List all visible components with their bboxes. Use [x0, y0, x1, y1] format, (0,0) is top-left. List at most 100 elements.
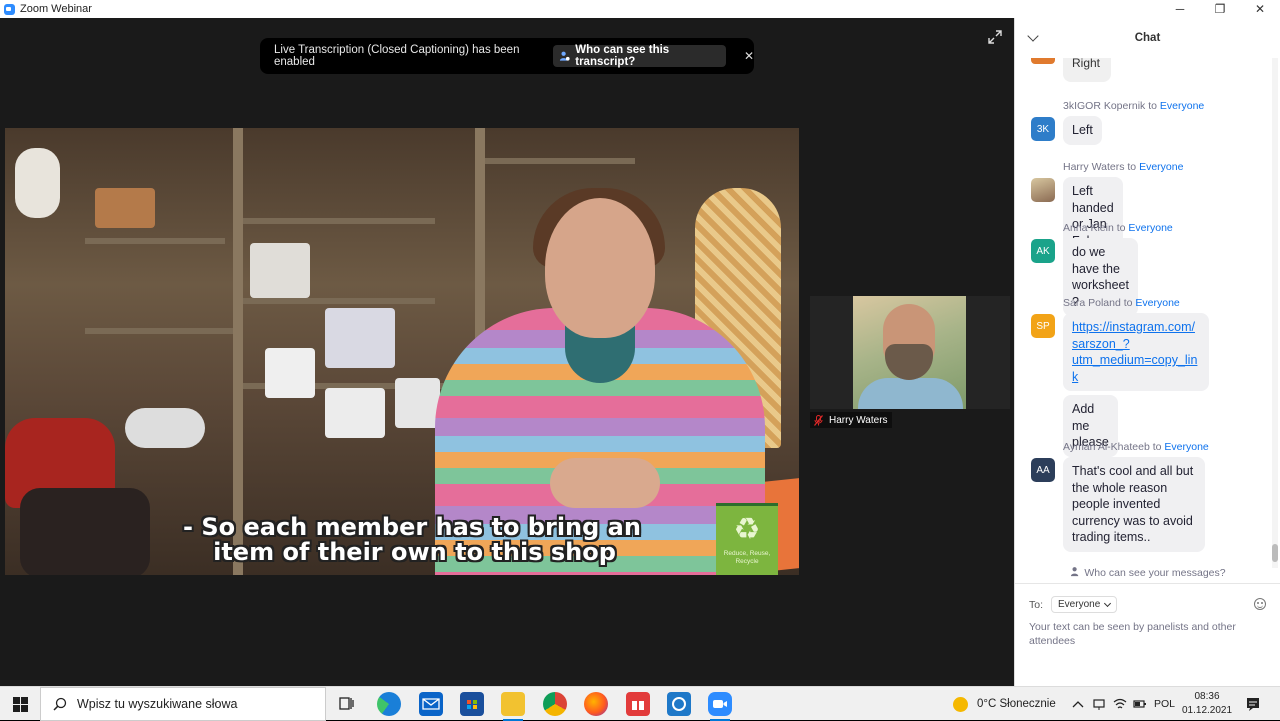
chat-message-text: trading items..: [1072, 530, 1151, 544]
emoji-icon[interactable]: [1254, 598, 1266, 610]
clock-time: 08:36: [1194, 691, 1220, 702]
participant-beard: [885, 344, 933, 380]
basket: [95, 188, 155, 228]
chat-message-text: the whole reason: [1072, 480, 1168, 495]
recipient: Everyone: [1164, 441, 1209, 453]
chat-sender-line: Ayman Al-Khateeb to Everyone: [1063, 441, 1209, 453]
shelf-post: [233, 128, 243, 575]
person-icon: [560, 51, 570, 61]
chrome-icon[interactable]: [543, 692, 567, 716]
chat-message-text: Left: [1072, 123, 1093, 137]
recipient: Everyone: [1128, 222, 1173, 234]
to-label: To:: [1029, 598, 1044, 611]
avatar: AA: [1031, 458, 1055, 482]
avatar: 3K: [1031, 117, 1055, 141]
windows-logo-icon: [12, 696, 28, 712]
chat-message-text: do we have the: [1072, 245, 1120, 276]
sender-name: Harry Waters: [1063, 161, 1125, 173]
appliance: [325, 388, 385, 438]
appliance: [395, 378, 440, 428]
wifi-icon[interactable]: [1113, 697, 1127, 711]
chat-link-text: https://instagram.com/: [1072, 320, 1195, 334]
participant-thumbnail[interactable]: [810, 296, 1010, 409]
zoom-app-icon[interactable]: [708, 692, 732, 721]
weather-sun-icon[interactable]: [953, 697, 968, 712]
fullscreen-icon[interactable]: [988, 30, 1002, 44]
store-icon[interactable]: [460, 692, 484, 716]
transcription-notice: Live Transcription (Closed Captioning) h…: [260, 38, 754, 74]
taskbar: Wpisz tu wyszukiwane słowa 0°C Słoneczni…: [0, 686, 1280, 721]
appliance: [265, 348, 315, 398]
chat-message-text: Right: [1072, 58, 1101, 70]
chat-input[interactable]: Your text can be seen by panelists and o…: [1029, 620, 1259, 648]
chat-link[interactable]: https://instagram.com/ sarszon_? utm_med…: [1072, 319, 1200, 385]
minimize-button[interactable]: ─: [1160, 0, 1200, 18]
chat-sender-line: Sara Poland to Everyone: [1063, 297, 1180, 309]
task-view-icon[interactable]: [334, 692, 358, 716]
clock[interactable]: 08:36 01.12.2021: [1182, 690, 1232, 718]
recipient: Everyone: [1135, 297, 1180, 309]
sender-name: 3kIGOR Kopernik: [1063, 100, 1146, 112]
chat-message-text: people invented: [1072, 497, 1161, 511]
recipient-value: Everyone: [1058, 599, 1101, 610]
notice-close-button[interactable]: ✕: [744, 49, 754, 63]
chat-scrollbar[interactable]: [1272, 58, 1278, 568]
scrollbar-thumb[interactable]: [1272, 544, 1278, 562]
edge-icon[interactable]: [377, 692, 401, 716]
chat-panel: Chat Right 3kIGOR Kopernik to Everyone 3…: [1014, 18, 1280, 686]
avatar: AK: [1031, 239, 1055, 263]
who-can-see-label: Who can see this transcript?: [575, 44, 670, 68]
speaker-hands: [550, 458, 660, 508]
recipient: Everyone: [1139, 161, 1184, 173]
person-icon: [1071, 567, 1079, 577]
caption-line-2: item of their own to this shop: [213, 538, 616, 566]
notifications-icon[interactable]: [1245, 696, 1261, 712]
participant-namebar: Harry Waters: [810, 412, 892, 428]
main-speaker-video[interactable]: ♻ Reduce, Reuse, Recycle - So each membe…: [5, 128, 799, 575]
chat-sender-line: Anna Klein to Everyone: [1063, 222, 1173, 234]
notice-message: Live Transcription (Closed Captioning) h…: [274, 44, 520, 68]
search-icon: [53, 697, 67, 711]
title-bar: Zoom Webinar ─ ❐ ✕: [0, 0, 1280, 18]
language-indicator[interactable]: POL: [1154, 698, 1175, 710]
shelf: [235, 218, 435, 224]
file-explorer-icon[interactable]: [501, 692, 525, 721]
chat-bubble: Right: [1063, 58, 1111, 82]
clock-date: 01.12.2021: [1182, 705, 1233, 716]
chat-messages: Right 3kIGOR Kopernik to Everyone 3K Lef…: [1015, 58, 1267, 568]
avatar: SP: [1031, 314, 1055, 338]
gift-app-icon[interactable]: [626, 692, 650, 716]
video-stage: Live Transcription (Closed Captioning) h…: [0, 18, 1014, 686]
chat-link-text: utm_medium=copy_lin: [1072, 353, 1198, 367]
maximize-button[interactable]: ❐: [1200, 0, 1240, 18]
window-title: Zoom Webinar: [20, 3, 92, 15]
battery-icon[interactable]: [1133, 698, 1147, 710]
recipient-row: To: Everyone: [1029, 596, 1118, 613]
network-drive-icon[interactable]: [1092, 697, 1106, 711]
avatar: [1031, 58, 1055, 64]
caption-line-1: - So each member has to bring an: [183, 513, 641, 541]
blue-app-icon[interactable]: [667, 692, 691, 716]
recipient-dropdown[interactable]: Everyone: [1051, 596, 1118, 613]
close-window-button[interactable]: ✕: [1240, 0, 1280, 18]
to-word: to: [1148, 100, 1157, 112]
who-can-see-transcript-button[interactable]: Who can see this transcript?: [553, 44, 726, 68]
start-button[interactable]: [0, 687, 40, 721]
chat-sender-line: Harry Waters to Everyone: [1063, 161, 1183, 173]
who-can-see-messages-link[interactable]: Who can see your messages?: [1015, 566, 1280, 579]
shelf: [475, 158, 635, 164]
chat-message-text: currency was to avoid: [1072, 513, 1193, 528]
mail-icon[interactable]: [419, 692, 443, 716]
collapse-chevron-icon[interactable]: [1027, 30, 1039, 42]
participant-shirt: [858, 378, 963, 409]
taskbar-search[interactable]: Wpisz tu wyszukiwane słowa: [40, 687, 326, 721]
weather-text[interactable]: 0°C Słonecznie: [977, 698, 1056, 710]
firefox-icon[interactable]: [584, 692, 608, 716]
chevron-up-icon[interactable]: [1072, 699, 1084, 709]
appliance: [250, 243, 310, 298]
chat-link-text: k: [1072, 369, 1079, 384]
chat-message-text: That's cool and all but: [1072, 464, 1194, 478]
rice-cooker: [15, 148, 60, 218]
dish: [125, 408, 205, 448]
participant-video: [853, 296, 966, 409]
